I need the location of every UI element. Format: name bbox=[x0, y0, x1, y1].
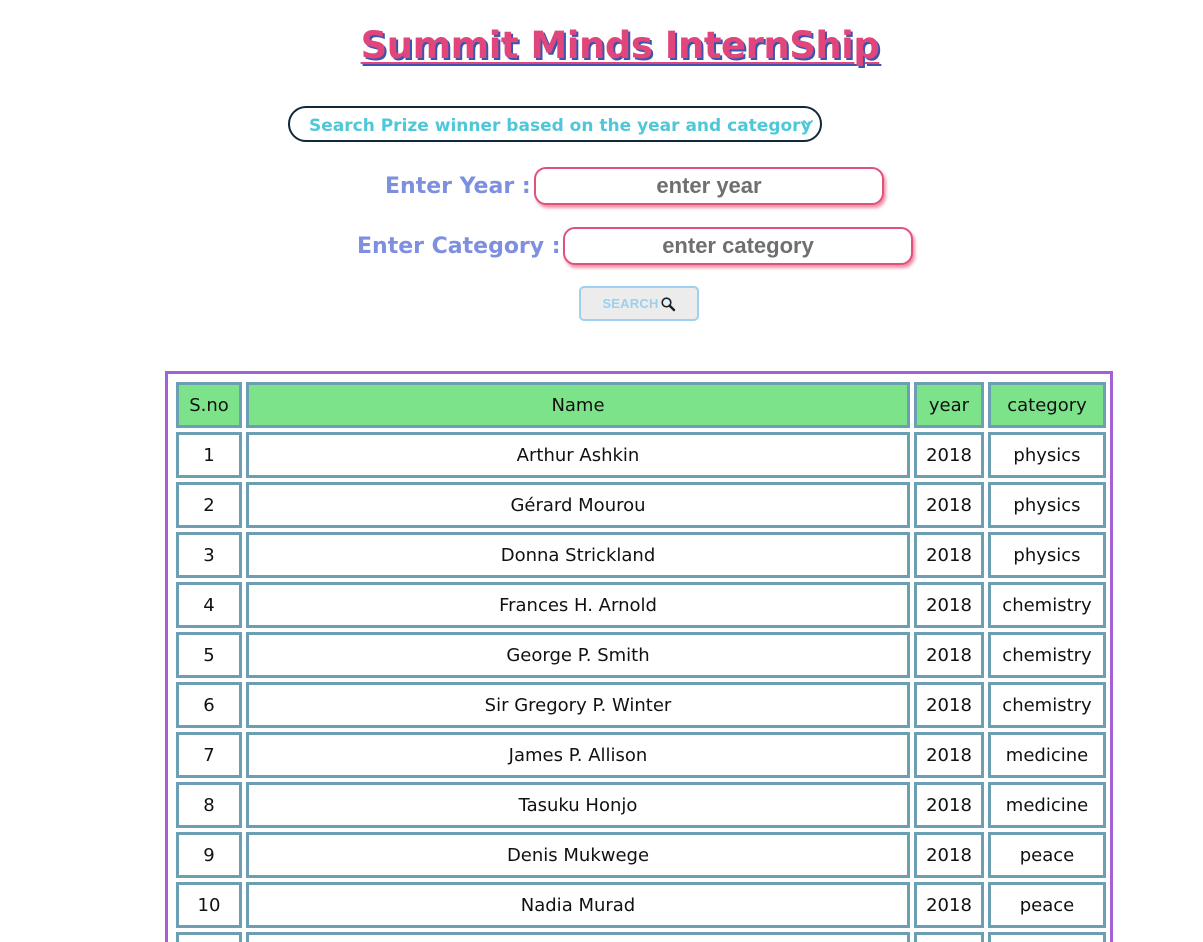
cell-category bbox=[988, 932, 1106, 942]
cell-sno: 1 bbox=[176, 432, 242, 478]
cell-category: medicine bbox=[988, 732, 1106, 778]
cell-year: 2018 bbox=[914, 632, 984, 678]
cell-name: Donna Strickland bbox=[246, 532, 910, 578]
page: Summit Minds InternShip Search Prize win… bbox=[0, 0, 1203, 942]
cell-category: peace bbox=[988, 832, 1106, 878]
cell-year: 2018 bbox=[914, 482, 984, 528]
cell-year: 2018 bbox=[914, 682, 984, 728]
cell-name: Denis Mukwege bbox=[246, 832, 910, 878]
cell-name: Sir Gregory P. Winter bbox=[246, 682, 910, 728]
table-row: 6 Sir Gregory P. Winter 2018 chemistry bbox=[176, 682, 1106, 728]
table-row: 2 Gérard Mourou 2018 physics bbox=[176, 482, 1106, 528]
cell-sno: 8 bbox=[176, 782, 242, 828]
chevron-down-icon bbox=[803, 120, 813, 126]
table-row bbox=[176, 932, 1106, 942]
table-row: 7 James P. Allison 2018 medicine bbox=[176, 732, 1106, 778]
cell-sno: 10 bbox=[176, 882, 242, 928]
cell-category: physics bbox=[988, 482, 1106, 528]
column-header-year: year bbox=[914, 382, 984, 428]
cell-category: physics bbox=[988, 532, 1106, 578]
cell-name: Gérard Mourou bbox=[246, 482, 910, 528]
cell-sno: 4 bbox=[176, 582, 242, 628]
cell-sno: 2 bbox=[176, 482, 242, 528]
cell-category: chemistry bbox=[988, 682, 1106, 728]
year-input[interactable] bbox=[534, 167, 884, 205]
table-row: 9 Denis Mukwege 2018 peace bbox=[176, 832, 1106, 878]
cell-year: 2018 bbox=[914, 882, 984, 928]
table-header-row: S.no Name year category bbox=[176, 382, 1106, 428]
cell-sno: 7 bbox=[176, 732, 242, 778]
cell-year: 2018 bbox=[914, 432, 984, 478]
cell-category: physics bbox=[988, 432, 1106, 478]
cell-category: chemistry bbox=[988, 582, 1106, 628]
search-button[interactable]: SEARCH bbox=[579, 286, 699, 321]
results-table-frame: S.no Name year category 1 Arthur Ashkin … bbox=[165, 371, 1113, 942]
search-type-select-value: Search Prize winner based on the year an… bbox=[309, 116, 812, 136]
cell-name: Tasuku Honjo bbox=[246, 782, 910, 828]
cell-sno: 5 bbox=[176, 632, 242, 678]
search-button-label: SEARCH bbox=[602, 296, 659, 311]
cell-year: 2018 bbox=[914, 532, 984, 578]
cell-name: Frances H. Arnold bbox=[246, 582, 910, 628]
category-label: Enter Category : bbox=[357, 234, 561, 259]
column-header-name: Name bbox=[246, 382, 910, 428]
cell-sno: 3 bbox=[176, 532, 242, 578]
cell-year: 2018 bbox=[914, 832, 984, 878]
column-header-sno: S.no bbox=[176, 382, 242, 428]
magnifier-icon bbox=[660, 296, 675, 311]
cell-category: peace bbox=[988, 882, 1106, 928]
cell-sno: 6 bbox=[176, 682, 242, 728]
cell-year bbox=[914, 932, 984, 942]
table-row: 4 Frances H. Arnold 2018 chemistry bbox=[176, 582, 1106, 628]
column-header-category: category bbox=[988, 382, 1106, 428]
cell-year: 2018 bbox=[914, 732, 984, 778]
cell-name: James P. Allison bbox=[246, 732, 910, 778]
table-row: 8 Tasuku Honjo 2018 medicine bbox=[176, 782, 1106, 828]
cell-name: Arthur Ashkin bbox=[246, 432, 910, 478]
cell-name bbox=[246, 932, 910, 942]
cell-name: Nadia Murad bbox=[246, 882, 910, 928]
table-row: 5 George P. Smith 2018 chemistry bbox=[176, 632, 1106, 678]
cell-sno: 9 bbox=[176, 832, 242, 878]
cell-year: 2018 bbox=[914, 782, 984, 828]
category-input[interactable] bbox=[563, 227, 913, 265]
page-title: Summit Minds InternShip bbox=[360, 24, 880, 67]
table-row: 10 Nadia Murad 2018 peace bbox=[176, 882, 1106, 928]
results-table: S.no Name year category 1 Arthur Ashkin … bbox=[172, 378, 1110, 942]
cell-year: 2018 bbox=[914, 582, 984, 628]
table-row: 1 Arthur Ashkin 2018 physics bbox=[176, 432, 1106, 478]
search-type-select[interactable]: Search Prize winner based on the year an… bbox=[288, 106, 822, 142]
table-row: 3 Donna Strickland 2018 physics bbox=[176, 532, 1106, 578]
cell-category: medicine bbox=[988, 782, 1106, 828]
year-label: Enter Year : bbox=[385, 174, 531, 199]
cell-category: chemistry bbox=[988, 632, 1106, 678]
cell-sno bbox=[176, 932, 242, 942]
cell-name: George P. Smith bbox=[246, 632, 910, 678]
